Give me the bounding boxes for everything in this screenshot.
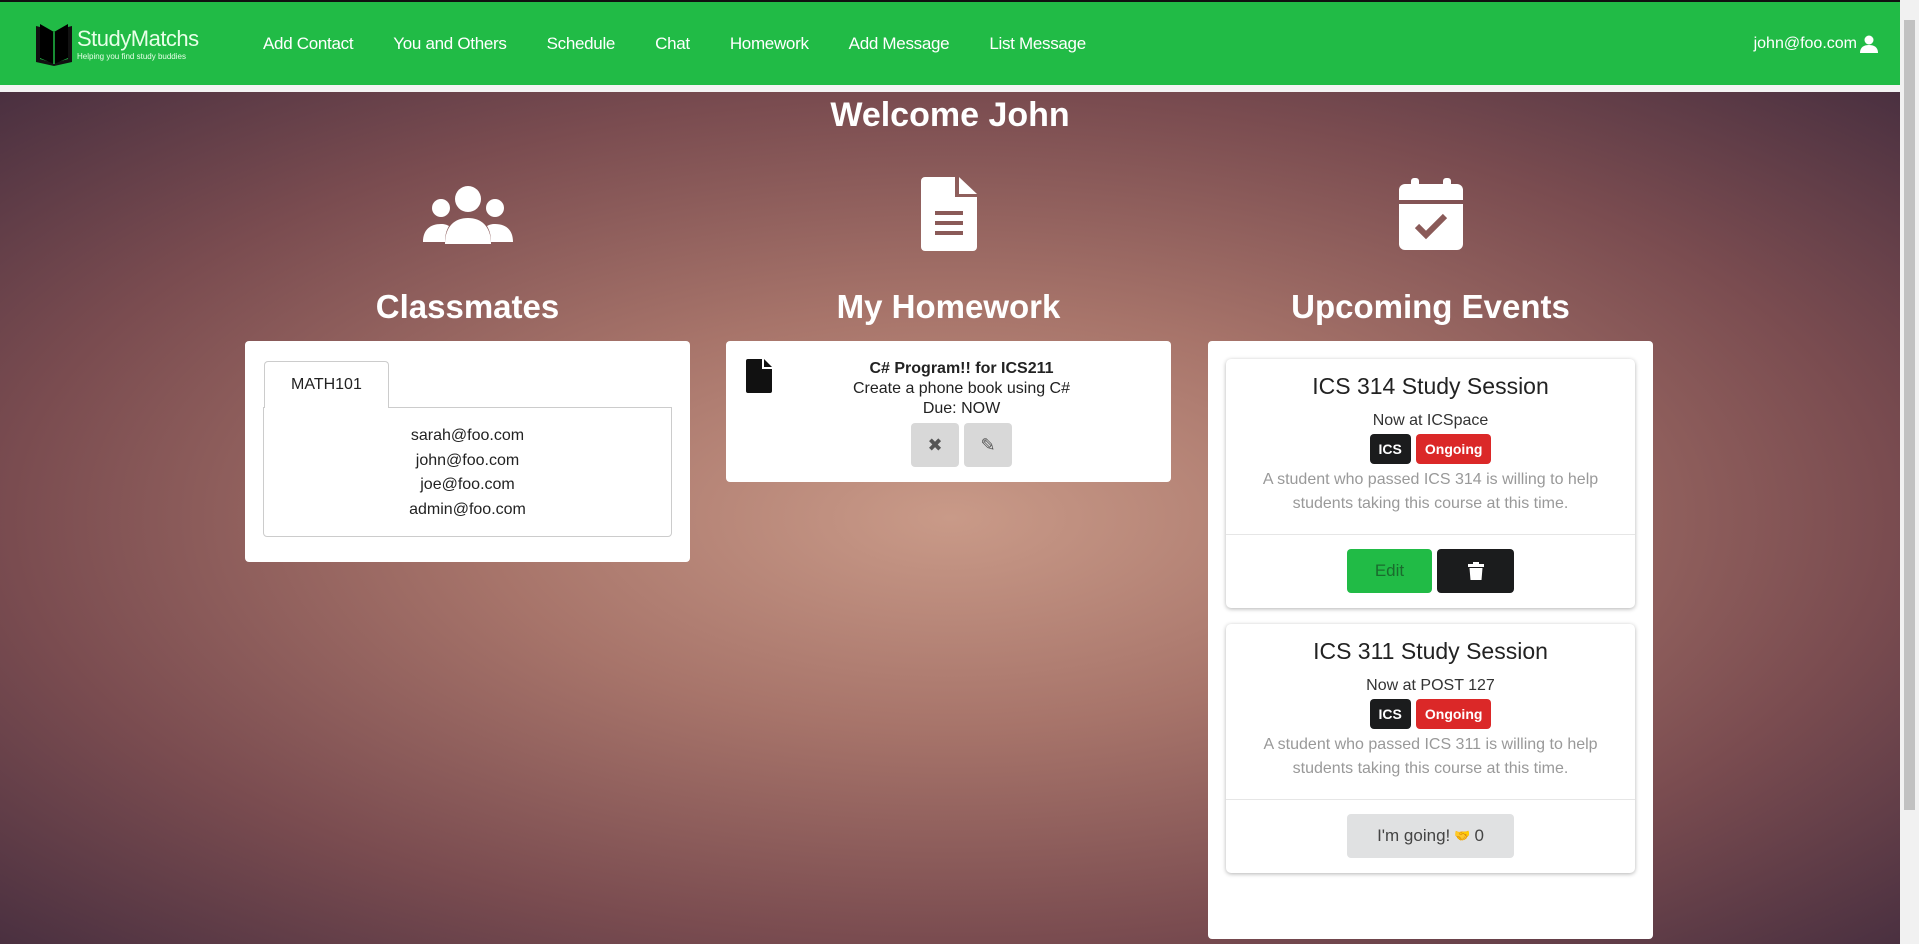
welcome-heading: Welcome John bbox=[830, 96, 1070, 134]
edit-icon: ✎ bbox=[980, 435, 996, 455]
nav-homework[interactable]: Homework bbox=[730, 34, 809, 54]
tag-badge: ICS bbox=[1369, 434, 1411, 464]
close-icon: ✖ bbox=[927, 435, 943, 455]
brand-logo[interactable]: StudyMatchs Helping you find study buddie… bbox=[33, 22, 223, 66]
delete-event-button[interactable] bbox=[1437, 549, 1514, 593]
classmates-card: MATH101 sarah@foo.com john@foo.com joe@f… bbox=[245, 341, 690, 562]
homework-heading: My Homework bbox=[836, 288, 1061, 325]
scrollbar[interactable] bbox=[1900, 0, 1919, 944]
going-count: 0 bbox=[1474, 826, 1484, 845]
event-title: ICS 314 Study Session bbox=[1312, 373, 1549, 399]
classmate-email: john@foo.com bbox=[415, 451, 520, 469]
tab-math101[interactable]: MATH101 bbox=[264, 361, 389, 408]
document-icon bbox=[920, 177, 977, 251]
event-description: A student who passed ICS 311 is willing … bbox=[1263, 736, 1598, 777]
event-description: A student who passed ICS 314 is willing … bbox=[1262, 471, 1599, 512]
event-location: Now at ICSpace bbox=[1372, 412, 1489, 429]
users-icon bbox=[422, 186, 513, 244]
book-logo-icon bbox=[36, 23, 72, 66]
im-going-label: I'm going! bbox=[1377, 826, 1451, 845]
events-heading: Upcoming Events bbox=[1291, 288, 1570, 325]
calendar-check-icon bbox=[1398, 178, 1463, 250]
edit-event-button[interactable]: Edit bbox=[1347, 549, 1432, 593]
event-title: ICS 311 Study Session bbox=[1313, 638, 1548, 664]
status-badge: Ongoing bbox=[1415, 699, 1492, 729]
nav-schedule[interactable]: Schedule bbox=[547, 34, 616, 54]
edit-homework-button[interactable]: ✎ bbox=[964, 423, 1012, 467]
brand-name: StudyMatchs bbox=[77, 26, 199, 51]
file-icon bbox=[746, 359, 772, 393]
top-navbar: StudyMatchs Helping you find study buddie… bbox=[0, 0, 1900, 85]
classmate-email: joe@foo.com bbox=[420, 476, 515, 493]
tag-badge: ICS bbox=[1369, 699, 1411, 729]
classmates-column: Classmates bbox=[245, 176, 690, 326]
classmates-heading: Classmates bbox=[375, 288, 560, 325]
nav-add-contact[interactable]: Add Contact bbox=[263, 34, 354, 54]
brand-tagline: Helping you find study buddies bbox=[77, 52, 186, 61]
homework-description: Create a phone book using C# bbox=[852, 380, 1071, 397]
homework-title: C# Program!! for ICS211 bbox=[869, 360, 1054, 377]
homework-column: My Homework bbox=[726, 176, 1171, 326]
events-card: ICS 314 Study Session Now at ICSpace ICS… bbox=[1208, 341, 1653, 939]
nav-add-message[interactable]: Add Message bbox=[849, 34, 950, 54]
classmate-email: admin@foo.com bbox=[409, 500, 526, 518]
classmate-email: sarah@foo.com bbox=[410, 427, 525, 444]
nav-divider bbox=[0, 85, 1900, 92]
handshake-icon: 🤝 bbox=[1454, 828, 1471, 843]
scrollbar-thumb[interactable] bbox=[1904, 20, 1915, 810]
event-card: ICS 311 Study Session Now at POST 127 IC… bbox=[1226, 624, 1635, 873]
user-icon bbox=[1860, 35, 1878, 53]
user-menu[interactable]: john@foo.com bbox=[1754, 35, 1878, 53]
nav-chat[interactable]: Chat bbox=[655, 34, 690, 54]
homework-card: C# Program!! for ICS211 Create a phone b… bbox=[726, 341, 1171, 482]
trash-icon bbox=[1467, 562, 1484, 580]
events-column: Upcoming Events bbox=[1208, 176, 1653, 326]
delete-homework-button[interactable]: ✖ bbox=[911, 423, 959, 467]
nav-you-and-others[interactable]: You and Others bbox=[393, 34, 507, 54]
nav-list-message[interactable]: List Message bbox=[989, 34, 1086, 54]
event-card: ICS 314 Study Session Now at ICSpace ICS… bbox=[1226, 359, 1635, 608]
event-location: Now at POST 127 bbox=[1366, 677, 1495, 694]
user-email: john@foo.com bbox=[1753, 34, 1857, 52]
classmates-list: sarah@foo.com john@foo.com joe@foo.com a… bbox=[263, 407, 672, 537]
im-going-button[interactable]: I'm going! 🤝 0 bbox=[1347, 814, 1514, 858]
status-badge: Ongoing bbox=[1415, 434, 1492, 464]
homework-due: Due: NOW bbox=[922, 400, 1001, 417]
